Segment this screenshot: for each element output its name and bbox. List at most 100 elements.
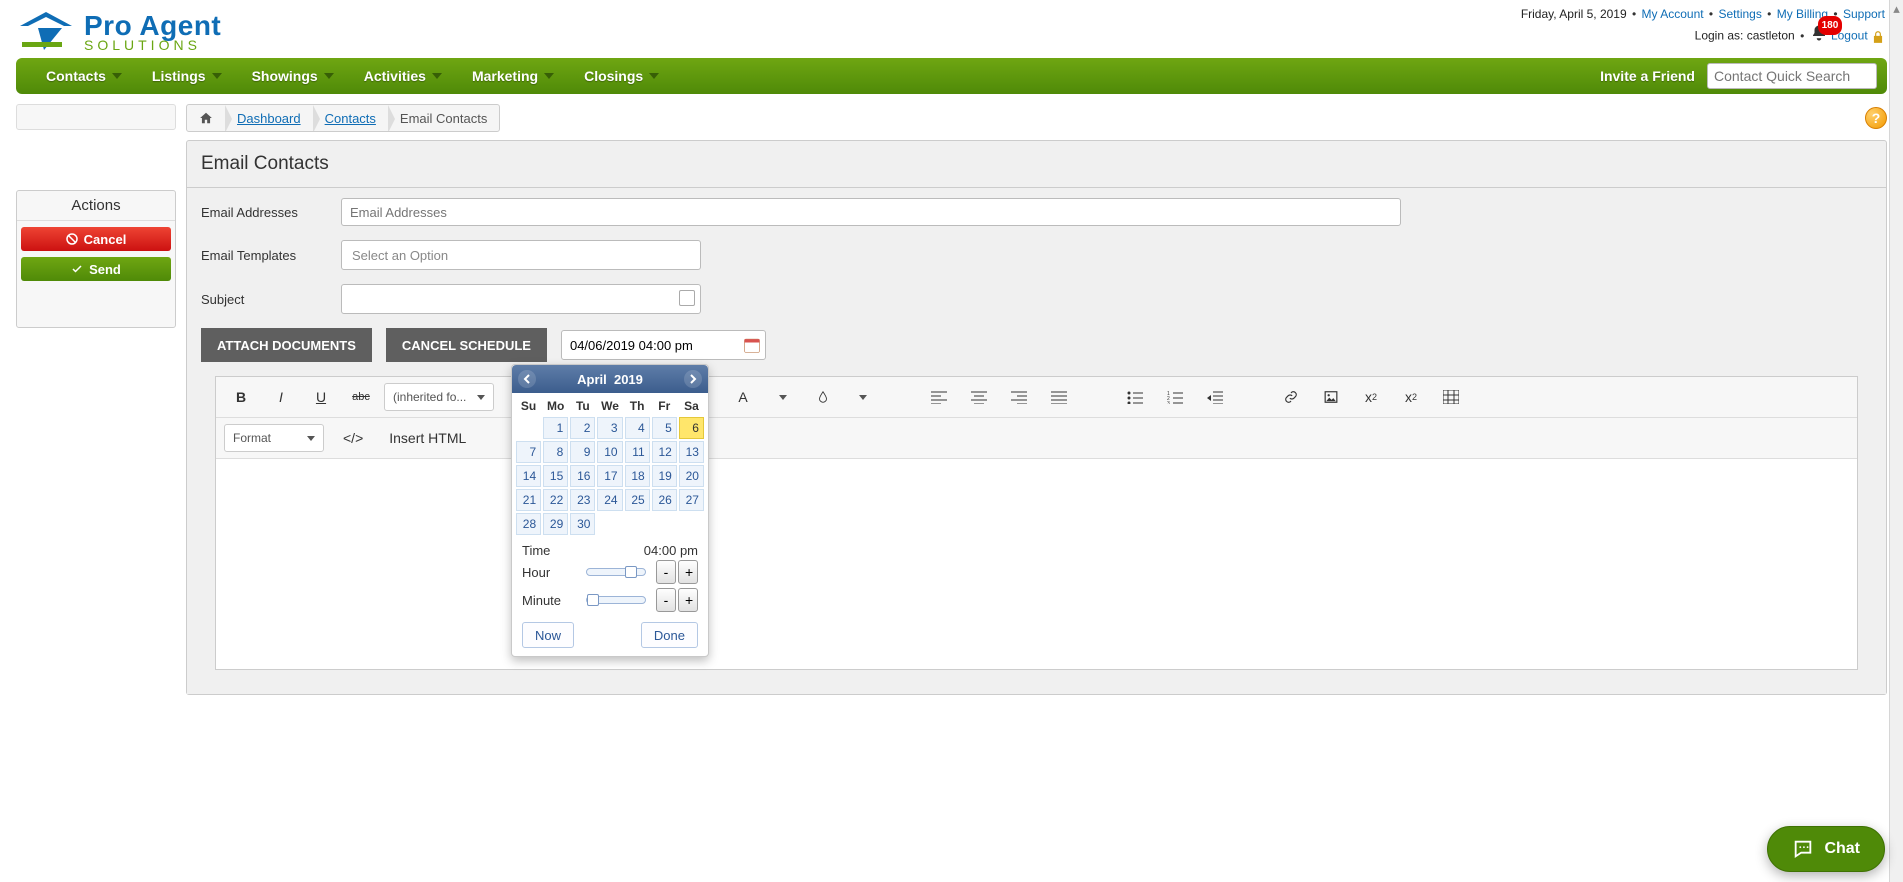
number-list-button[interactable]: 123 [1158,383,1192,411]
datepicker-day[interactable]: 10 [597,441,622,463]
hour-label: Hour [522,565,576,580]
nav-item-activities[interactable]: Activities [364,68,442,84]
datepicker-day[interactable]: 28 [516,513,541,535]
strike-button[interactable]: abc [344,383,378,411]
datepicker-day[interactable]: 15 [543,465,568,487]
align-right-button[interactable] [1002,383,1036,411]
datepicker-day[interactable]: 19 [652,465,677,487]
minute-minus-button[interactable]: - [656,588,676,612]
superscript-button[interactable]: x2 [1394,383,1428,411]
datepicker-day[interactable]: 2 [570,417,595,439]
align-left-button[interactable] [922,383,956,411]
datepicker-day[interactable]: 13 [679,441,704,463]
cancel-button[interactable]: Cancel [21,227,171,251]
code-view-button[interactable]: </> [336,424,370,452]
nav-item-showings[interactable]: Showings [252,68,334,84]
chevron-down-icon [112,73,122,79]
datepicker-dow: Tu [570,397,595,415]
notifications-button[interactable]: 180 [1810,24,1828,48]
invite-friend-link[interactable]: Invite a Friend [1600,68,1695,84]
datepicker-day[interactable]: 14 [516,465,541,487]
datepicker-day[interactable]: 23 [570,489,595,511]
nav-item-contacts[interactable]: Contacts [46,68,122,84]
datepicker-day[interactable]: 26 [652,489,677,511]
email-addresses-input[interactable] [341,198,1401,226]
datepicker-day[interactable]: 27 [679,489,704,511]
datepicker-next-button[interactable] [684,370,702,388]
minute-plus-button[interactable]: + [678,588,698,612]
datepicker-day[interactable]: 9 [570,441,595,463]
outdent-button[interactable] [1198,383,1232,411]
calendar-icon[interactable] [742,335,762,355]
chevron-down-icon [324,73,334,79]
help-button[interactable]: ? [1865,107,1887,129]
format-select[interactable]: Format [224,424,324,452]
login-as-label: Login as: [1695,29,1747,43]
breadcrumb-contacts[interactable]: Contacts [313,105,388,131]
settings-link[interactable]: Settings [1718,7,1761,21]
image-button[interactable] [1314,383,1348,411]
datepicker-day[interactable]: 17 [597,465,622,487]
schedule-datetime-input[interactable] [561,330,766,360]
page-scrollbar[interactable]: ▴ [1889,0,1903,882]
cancel-schedule-button[interactable]: CANCEL SCHEDULE [386,328,547,362]
table-button[interactable] [1434,383,1468,411]
font-color-button[interactable]: A [726,383,760,411]
datepicker-done-button[interactable]: Done [641,622,698,648]
underline-button[interactable]: U [304,383,338,411]
nav-item-closings[interactable]: Closings [584,68,659,84]
datepicker-day[interactable]: 6 [679,417,704,439]
hour-plus-button[interactable]: + [678,560,698,584]
bold-button[interactable]: B [224,383,258,411]
side-toolbar-placeholder [16,104,176,130]
font-family-select[interactable]: (inherited fo... [384,383,494,411]
datepicker-day[interactable]: 25 [625,489,650,511]
datepicker-day[interactable]: 5 [652,417,677,439]
datepicker-day[interactable]: 29 [543,513,568,535]
datepicker-day[interactable]: 24 [597,489,622,511]
nav-item-listings[interactable]: Listings [152,68,222,84]
email-templates-select[interactable]: Select an Option [341,240,701,270]
datepicker-day[interactable]: 11 [625,441,650,463]
editor-body[interactable] [216,459,1857,669]
datepicker-day[interactable]: 7 [516,441,541,463]
datepicker-prev-button[interactable] [518,370,536,388]
datepicker-day[interactable]: 12 [652,441,677,463]
datepicker-day[interactable]: 18 [625,465,650,487]
minute-slider[interactable] [586,596,646,604]
datepicker-day[interactable]: 4 [625,417,650,439]
link-button[interactable] [1274,383,1308,411]
insert-html-button[interactable]: Insert HTML [382,424,473,452]
align-center-button[interactable] [962,383,996,411]
bullet-list-button[interactable] [1118,383,1152,411]
contact-quick-search-input[interactable] [1707,63,1877,89]
subscript-button[interactable]: x2 [1354,383,1388,411]
datepicker-day[interactable]: 8 [543,441,568,463]
datepicker-day[interactable]: 30 [570,513,595,535]
breadcrumb-home[interactable] [187,105,225,131]
subject-input[interactable] [341,284,701,314]
highlight-picker[interactable] [846,383,880,411]
send-button[interactable]: Send [21,257,171,281]
support-link[interactable]: Support [1843,7,1885,21]
datepicker-day[interactable]: 3 [597,417,622,439]
hour-minus-button[interactable]: - [656,560,676,584]
my-account-link[interactable]: My Account [1642,7,1704,21]
italic-button[interactable]: I [264,383,298,411]
breadcrumb-dashboard[interactable]: Dashboard [225,105,313,131]
datepicker-day[interactable]: 21 [516,489,541,511]
chat-widget[interactable]: Chat [1767,826,1885,872]
font-color-picker[interactable] [766,383,800,411]
subject-token-icon[interactable] [679,290,695,306]
datepicker-now-button[interactable]: Now [522,622,574,648]
datepicker-day[interactable]: 1 [543,417,568,439]
datepicker-day[interactable]: 20 [679,465,704,487]
nav-item-marketing[interactable]: Marketing [472,68,554,84]
align-justify-button[interactable] [1042,383,1076,411]
datepicker-day[interactable]: 16 [570,465,595,487]
hour-slider[interactable] [586,568,646,576]
attach-documents-button[interactable]: ATTACH DOCUMENTS [201,328,372,362]
login-as-user: castleton [1747,29,1795,43]
datepicker-day[interactable]: 22 [543,489,568,511]
highlight-button[interactable] [806,383,840,411]
